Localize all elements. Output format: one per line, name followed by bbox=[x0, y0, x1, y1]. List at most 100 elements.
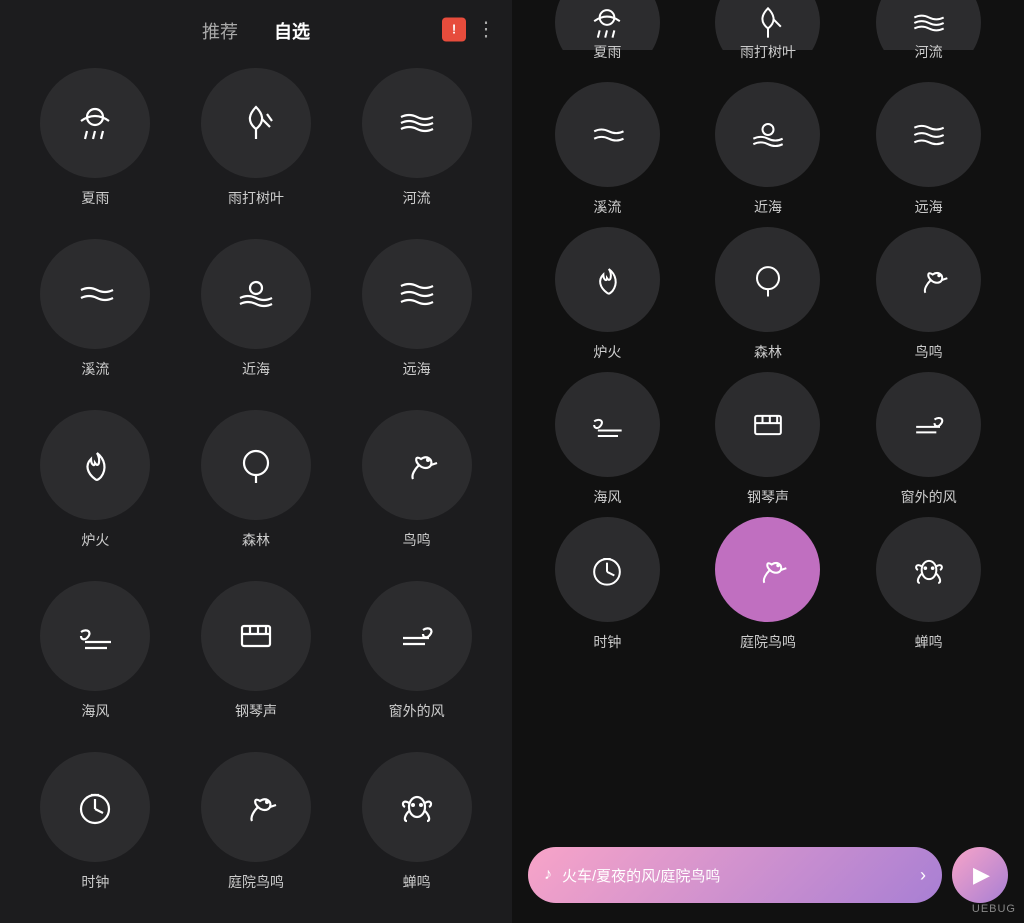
sound-label: 庭院鸟鸣 bbox=[228, 872, 284, 892]
list-item[interactable]: 钢琴声 bbox=[181, 581, 332, 742]
sound-label: 窗外的风 bbox=[389, 701, 445, 721]
music-icon: ♪ bbox=[544, 866, 552, 884]
sound-circle bbox=[715, 372, 820, 477]
header: 推荐 自选 ! ⋮ bbox=[0, 0, 512, 58]
sound-label: 钢琴声 bbox=[747, 487, 789, 507]
sound-circle bbox=[715, 227, 820, 332]
list-item[interactable]: 森林 bbox=[181, 410, 332, 571]
list-item[interactable]: 庭院鸟鸣 bbox=[181, 752, 332, 913]
play-icon: ▶ bbox=[973, 862, 990, 888]
play-button[interactable]: ▶ bbox=[952, 847, 1008, 903]
right-panel: 夏雨 雨打树叶 河流 溪流 近海 bbox=[512, 0, 1024, 923]
list-item[interactable]: 蝉鸣 bbox=[853, 517, 1004, 652]
sound-circle-hai-feng bbox=[40, 581, 150, 691]
sound-label: 窗外的风 bbox=[901, 487, 957, 507]
sound-label: 炉火 bbox=[593, 342, 621, 362]
list-item[interactable]: 时钟 bbox=[532, 517, 683, 652]
sound-circle bbox=[876, 227, 981, 332]
sound-circle-sen-lin bbox=[201, 410, 311, 520]
list-item[interactable]: 远海 bbox=[853, 82, 1004, 217]
sound-label: 远海 bbox=[915, 197, 943, 217]
left-panel: 推荐 自选 ! ⋮ 夏雨 bbox=[0, 0, 512, 923]
sound-circle-he-liu bbox=[362, 68, 472, 178]
sound-label: 鸟鸣 bbox=[403, 530, 431, 550]
sound-label: 炉火 bbox=[81, 530, 109, 550]
list-item[interactable]: 远海 bbox=[341, 239, 492, 400]
sound-label: 近海 bbox=[242, 359, 270, 379]
sound-label: 蝉鸣 bbox=[915, 632, 943, 652]
list-item[interactable]: 蝉鸣 bbox=[341, 752, 492, 913]
sound-label: 夏雨 bbox=[532, 42, 683, 62]
sound-circle-gang-qin bbox=[201, 581, 311, 691]
sound-label: 溪流 bbox=[593, 197, 621, 217]
list-item[interactable]: 海风 bbox=[532, 372, 683, 507]
sound-circle-yu-da-shu-ye bbox=[201, 68, 311, 178]
sound-circle-yuan-hai bbox=[362, 239, 472, 349]
list-item[interactable]: 雨打树叶 bbox=[181, 68, 332, 229]
sound-circle-jin-hai bbox=[201, 239, 311, 349]
sound-circle bbox=[555, 517, 660, 622]
bottom-bar: ♪ 火车/夏夜的风/庭院鸟鸣 › ▶ bbox=[512, 831, 1024, 923]
list-item[interactable]: 窗外的风 bbox=[341, 581, 492, 742]
alert-icon[interactable]: ! bbox=[442, 17, 466, 41]
sound-label: 雨打树叶 bbox=[228, 188, 284, 208]
list-item[interactable]: 夏雨 bbox=[20, 68, 171, 229]
sound-circle-active bbox=[715, 517, 820, 622]
sound-circle-lu-huo bbox=[40, 410, 150, 520]
now-playing-bar[interactable]: ♪ 火车/夏夜的风/庭院鸟鸣 › bbox=[528, 847, 942, 903]
sound-label: 海风 bbox=[81, 701, 109, 721]
list-item[interactable]: 庭院鸟鸣 bbox=[693, 517, 844, 652]
sound-circle-ting-yuan bbox=[201, 752, 311, 862]
list-item[interactable]: 溪流 bbox=[532, 82, 683, 217]
list-item[interactable]: 森林 bbox=[693, 227, 844, 362]
sound-circle bbox=[876, 517, 981, 622]
list-item[interactable]: 窗外的风 bbox=[853, 372, 1004, 507]
sound-label: 海风 bbox=[593, 487, 621, 507]
list-item[interactable]: 溪流 bbox=[20, 239, 171, 400]
sound-label: 鸟鸣 bbox=[915, 342, 943, 362]
sound-circle-niao-ming bbox=[362, 410, 472, 520]
list-item[interactable]: 钢琴声 bbox=[693, 372, 844, 507]
sound-circle-xi-liu bbox=[40, 239, 150, 349]
list-item[interactable]: 河流 bbox=[341, 68, 492, 229]
sound-label: 近海 bbox=[754, 197, 782, 217]
watermark: UEBUG bbox=[972, 903, 1016, 915]
sound-label: 蝉鸣 bbox=[403, 872, 431, 892]
list-item[interactable]: 近海 bbox=[181, 239, 332, 400]
sound-circle bbox=[555, 227, 660, 332]
tab-recommend[interactable]: 推荐 bbox=[194, 14, 246, 48]
sound-label: 钢琴声 bbox=[235, 701, 277, 721]
sound-circle bbox=[876, 372, 981, 477]
more-icon[interactable]: ⋮ bbox=[476, 17, 496, 42]
sound-circle-chuang-wai bbox=[362, 581, 472, 691]
list-item[interactable]: 海风 bbox=[20, 581, 171, 742]
list-item[interactable]: 鸟鸣 bbox=[341, 410, 492, 571]
sound-label: 夏雨 bbox=[81, 188, 109, 208]
list-item[interactable]: 鸟鸣 bbox=[853, 227, 1004, 362]
sound-circle-chan-ming bbox=[362, 752, 472, 862]
list-item[interactable]: 炉火 bbox=[20, 410, 171, 571]
left-sound-grid: 夏雨 雨打树叶 河流 bbox=[0, 58, 512, 923]
sound-circle-xia-yu bbox=[40, 68, 150, 178]
sound-label: 远海 bbox=[403, 359, 431, 379]
header-icons: ! ⋮ bbox=[442, 17, 496, 42]
list-item[interactable]: 时钟 bbox=[20, 752, 171, 913]
sound-label: 河流 bbox=[853, 42, 1004, 62]
sound-circle bbox=[876, 82, 981, 187]
sound-label: 时钟 bbox=[81, 872, 109, 892]
list-item[interactable]: 炉火 bbox=[532, 227, 683, 362]
sound-label: 河流 bbox=[403, 188, 431, 208]
right-sound-grid: 溪流 近海 远海 bbox=[512, 72, 1024, 662]
list-item[interactable]: 近海 bbox=[693, 82, 844, 217]
sound-label: 雨打树叶 bbox=[693, 42, 844, 62]
sound-label: 时钟 bbox=[593, 632, 621, 652]
tab-custom[interactable]: 自选 bbox=[266, 14, 318, 48]
sound-label: 庭院鸟鸣 bbox=[740, 632, 796, 652]
sound-circle bbox=[555, 372, 660, 477]
now-playing-arrow-icon: › bbox=[920, 865, 926, 886]
sound-circle bbox=[715, 82, 820, 187]
sound-circle-shi-zhong bbox=[40, 752, 150, 862]
sound-circle bbox=[555, 82, 660, 187]
sound-label: 森林 bbox=[754, 342, 782, 362]
now-playing-text: 火车/夏夜的风/庭院鸟鸣 bbox=[562, 865, 910, 886]
